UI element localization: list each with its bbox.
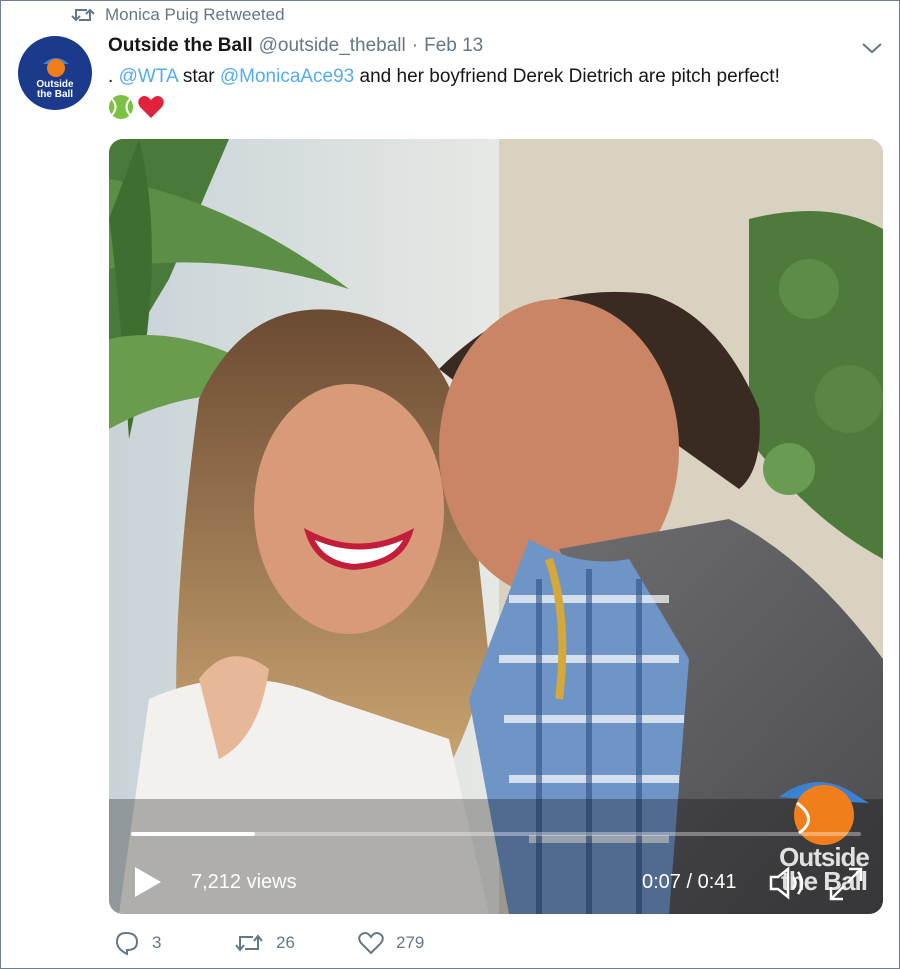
author-name[interactable]: Outside the Ball — [108, 35, 253, 57]
tweet-actions: 3 26 279 — [114, 931, 424, 955]
tweet-text: . @WTA star @MonicaAce93 and her boyfrie… — [108, 65, 780, 89]
reply-button[interactable]: 3 — [114, 931, 234, 955]
video-time: 0:07 / 0:41 — [642, 871, 737, 893]
author-handle[interactable]: @outside_theball — [259, 35, 406, 57]
retweet-banner: Monica Puig Retweeted — [71, 5, 285, 25]
like-count: 279 — [396, 933, 425, 952]
separator-dot: · — [411, 35, 419, 56]
volume-icon[interactable] — [769, 866, 809, 900]
video-progress-bar[interactable] — [131, 832, 861, 836]
avatar[interactable]: Outside the Ball — [18, 36, 92, 110]
mention-wta[interactable]: @WTA — [119, 66, 178, 87]
tweet-text-part3: and her boyfriend Derek Dietrich are pit… — [354, 66, 780, 87]
tweet-card: Monica Puig Retweeted Outside the Ball O… — [0, 0, 900, 969]
tweet-text-prefix: . — [108, 66, 119, 87]
watermark-cap-icon — [769, 767, 879, 852]
heart-outline-icon — [358, 932, 384, 955]
tweet-text-part2: star — [177, 66, 220, 87]
retweet-banner-text[interactable]: Monica Puig Retweeted — [105, 5, 285, 25]
chevron-down-icon[interactable] — [861, 41, 883, 55]
avatar-label-line2: the Ball — [36, 89, 74, 100]
tweet-header: Outside the Ball @outside_theball · Feb … — [108, 35, 483, 57]
mention-monicaace93[interactable]: @MonicaAce93 — [220, 66, 354, 87]
view-count: 7,212 views — [191, 871, 297, 893]
video-frame-image — [109, 139, 883, 914]
retweet-icon — [71, 8, 95, 22]
like-button[interactable]: 279 — [358, 931, 424, 955]
video-progress-fill — [131, 832, 256, 836]
retweet-action-icon — [235, 934, 263, 952]
play-icon[interactable] — [133, 865, 163, 899]
retweet-count: 26 — [276, 933, 295, 952]
cap-logo-icon — [43, 58, 69, 77]
heart-icon — [138, 96, 164, 118]
video-player[interactable]: Outside the Ball 7,212 views 0:07 / 0:41 — [109, 139, 883, 914]
reply-count: 3 — [152, 933, 162, 952]
avatar-label: Outside the Ball — [18, 80, 92, 100]
reply-icon — [115, 931, 139, 955]
emoji-row — [108, 94, 165, 120]
expand-icon[interactable] — [829, 867, 863, 901]
tennis-ball-icon — [109, 95, 133, 119]
tweet-date[interactable]: Feb 13 — [424, 35, 483, 57]
retweet-button[interactable]: 26 — [234, 932, 358, 954]
